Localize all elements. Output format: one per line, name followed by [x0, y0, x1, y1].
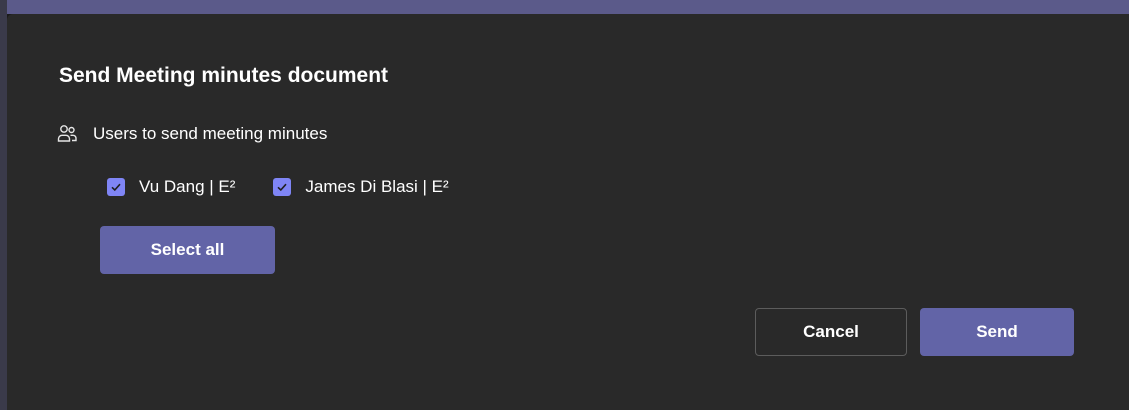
send-button[interactable]: Send [920, 308, 1074, 356]
people-icon [55, 122, 79, 146]
send-minutes-dialog: Send Meeting minutes document Users to s… [7, 14, 1129, 410]
user-checkbox-label: Vu Dang | E² [139, 177, 236, 196]
dialog-title: Send Meeting minutes document [59, 64, 389, 87]
user-checkbox-vu-dang[interactable]: Vu Dang | E² [107, 177, 235, 197]
checkbox-checked-icon[interactable] [107, 178, 125, 196]
users-section-header: Users to send meeting minutes [55, 122, 327, 146]
users-section-label: Users to send meeting minutes [93, 124, 328, 143]
user-checkbox-james-di-blasi[interactable]: James Di Blasi | E² [273, 177, 449, 197]
user-checkbox-list: Vu Dang | E² James Di Blasi | E² [107, 172, 487, 202]
app-header-strip [0, 0, 1129, 14]
app-left-edge [0, 0, 7, 410]
cancel-button[interactable]: Cancel [755, 308, 907, 356]
checkbox-checked-icon[interactable] [273, 178, 292, 196]
user-checkbox-label: James Di Blasi | E² [305, 177, 449, 196]
select-all-button[interactable]: Select all [100, 226, 275, 274]
